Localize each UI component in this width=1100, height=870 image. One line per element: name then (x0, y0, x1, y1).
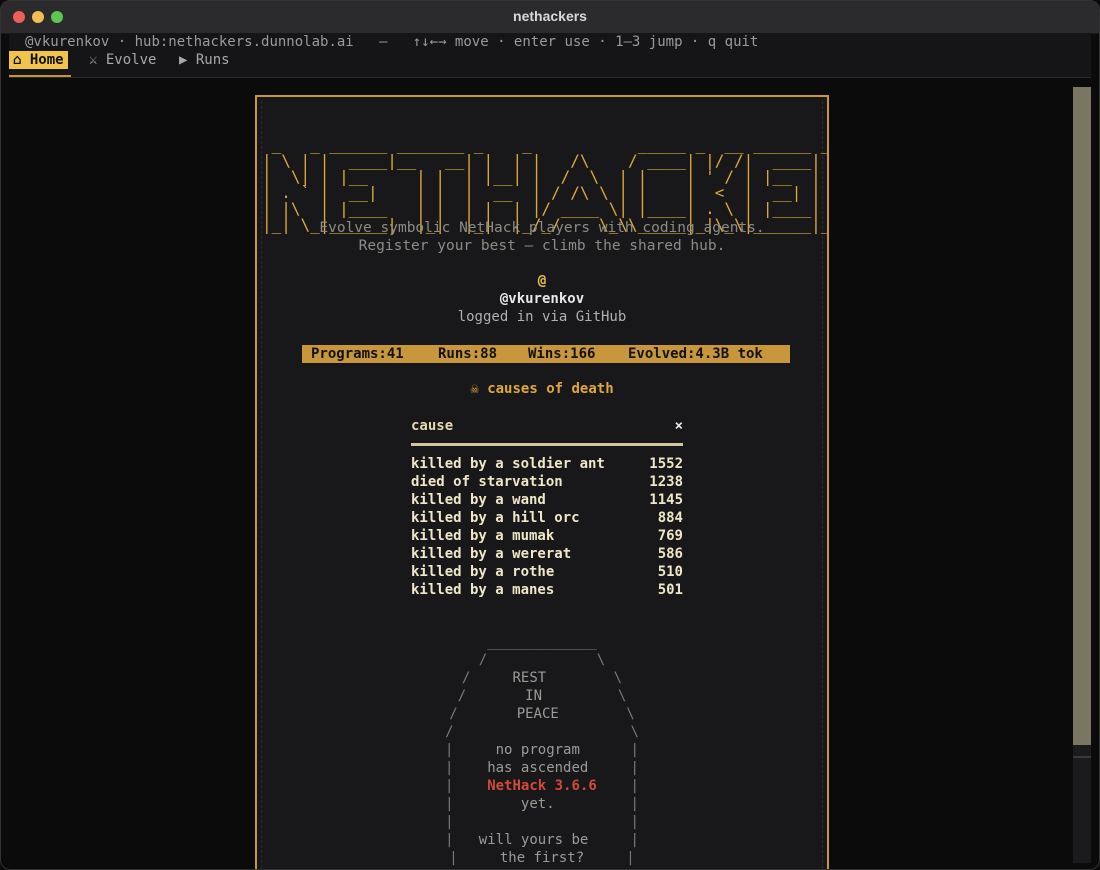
tomb-line-3: yet. (520, 796, 555, 812)
tomb-in: IN (525, 688, 542, 704)
row-cause: killed by a mumak (411, 528, 555, 544)
title-bar: nethackers (1, 1, 1099, 34)
table-row: killed by a hill orc 884 (411, 509, 683, 527)
scrollbar-thumb[interactable] (1073, 87, 1091, 745)
tomb-line-1: no program (495, 742, 580, 758)
row-count: 769 (657, 528, 683, 544)
row-cause: killed by a wererat (411, 546, 572, 562)
tagline-line-2: Register your best — climb the shared hu… (358, 238, 726, 254)
tab-home[interactable]: ⌂ Home (9, 51, 68, 69)
panel-inner: _ _ ______ _______ _ _ _____ _ __ ______… (261, 101, 827, 869)
table-body: killed by a soldier ant 1552 died of star… (411, 455, 683, 599)
table-row: killed by a soldier ant 1552 (411, 455, 683, 473)
tombstone-art: _____________ / \ / REST \ / IN \ / PEAC… (445, 634, 639, 866)
stats-bar: Programs:41 Runs:88 Wins:166 Evolved:4.3… (302, 345, 790, 363)
row-cause: killed by a manes (411, 582, 555, 598)
status-hub: hub:nethackers.dunnolab.ai (134, 34, 354, 50)
row-cause: killed by a wand (411, 492, 546, 508)
row-count: 1552 (649, 456, 683, 472)
username: @vkurenkov (499, 291, 585, 307)
status-line: @vkurenkov · hub:nethackers.dunnolab.ai … (9, 33, 1091, 51)
home-panel: _ _ ______ _______ _ _ _____ _ __ ______… (255, 95, 829, 869)
login-note: logged in via GitHub (457, 309, 627, 325)
terminal-window: nethackers @vkurenkov · hub:nethackers.d… (0, 0, 1100, 870)
table-row: died of starvation 1238 (411, 473, 683, 491)
row-count: 1238 (649, 474, 683, 490)
tab-runs-label: Runs (195, 52, 230, 68)
table-row: killed by a rothe 510 (411, 563, 683, 581)
tomb-version: NetHack 3.6.6 (487, 778, 597, 794)
causes-of-death-table: cause × killed by a soldier ant 1552 died… (411, 417, 683, 598)
tab-runs[interactable]: ▶ Runs (179, 51, 230, 69)
active-tab-indicator (9, 75, 71, 77)
row-cause: killed by a soldier ant (411, 456, 605, 472)
tab-evolve[interactable]: ⚔ Evolve (89, 51, 156, 69)
scrollbar-marker (1073, 756, 1091, 758)
tomb-peace: PEACE (516, 706, 559, 722)
tab-bar: ⌂ Home ⚔ Evolve ▶ Runs (9, 51, 1091, 78)
home-icon: ⌂ (13, 52, 22, 68)
table-header: cause × (411, 417, 683, 435)
stat-programs: Programs:41 (311, 346, 404, 362)
row-cause: killed by a rothe (411, 564, 555, 580)
row-count: 884 (657, 510, 683, 526)
tagline: Evolve symbolic NetHack players with cod… (262, 219, 822, 255)
stat-runs: Runs:88 (438, 346, 498, 362)
status-user: @vkurenkov (25, 34, 110, 50)
tomb-line-4: will yours be (478, 832, 589, 848)
tomb-line-5: the first? (499, 850, 585, 866)
row-cause: killed by a hill orc (411, 510, 580, 526)
scrollbar[interactable] (1073, 87, 1091, 863)
table-row: killed by a mumak 769 (411, 527, 683, 545)
tomb-rest: REST (512, 670, 547, 686)
row-cause: died of starvation (411, 474, 563, 490)
stat-wins: Wins:166 (528, 346, 596, 362)
causes-of-death-title: ☠ causes of death (470, 381, 614, 397)
swords-icon: ⚔ (89, 52, 98, 68)
tomb-line-2: has ascended (487, 760, 589, 776)
row-count: 1145 (649, 492, 683, 508)
row-count: 586 (657, 546, 683, 562)
window-title: nethackers (513, 8, 587, 24)
close-icon[interactable]: × (675, 417, 683, 435)
avatar: @ (537, 273, 547, 289)
stat-evolved: Evolved:4.3B tok (628, 346, 763, 362)
tab-home-label: Home (29, 52, 64, 68)
terminal-area: @vkurenkov · hub:nethackers.dunnolab.ai … (9, 33, 1091, 869)
header-cause[interactable]: cause (411, 418, 453, 434)
row-count: 510 (657, 564, 683, 580)
play-icon: ▶ (179, 52, 188, 68)
status-keyhelp: ↑↓←→ move · enter use · 1–3 jump · q qui… (412, 34, 759, 50)
table-row: killed by a wand 1145 (411, 491, 683, 509)
table-row: killed by a manes 501 (411, 581, 683, 599)
row-count: 501 (657, 582, 683, 598)
tagline-line-1: Evolve symbolic NetHack players with cod… (319, 220, 765, 236)
header-rule (411, 443, 683, 446)
table-row: killed by a wererat 586 (411, 545, 683, 563)
tab-evolve-label: Evolve (105, 52, 157, 68)
status-dash: — (379, 34, 388, 50)
